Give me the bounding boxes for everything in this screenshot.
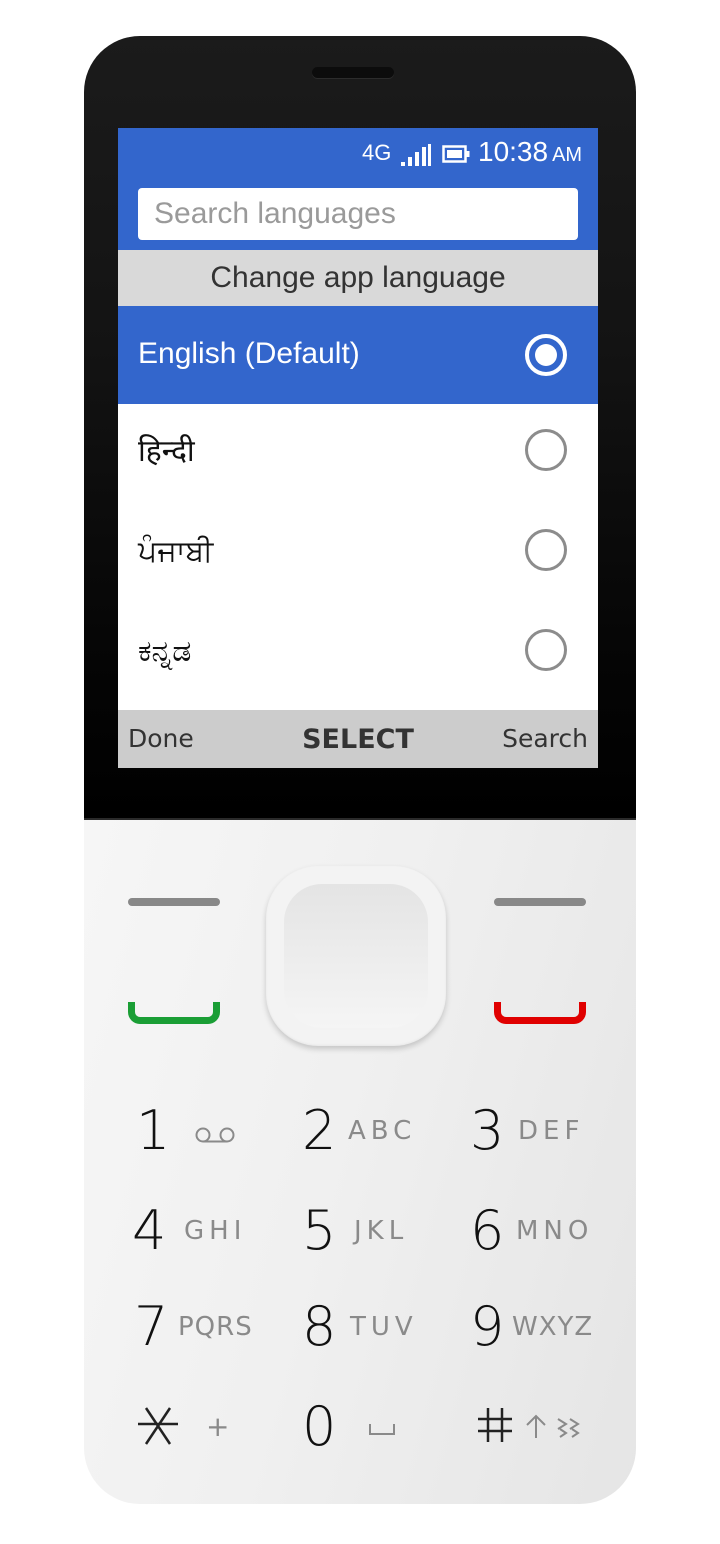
key-letters: ABC [348, 1116, 417, 1146]
space-icon [369, 1424, 395, 1435]
key-letters: GHI [184, 1216, 247, 1246]
key-letters: JKL [354, 1216, 409, 1246]
key-3[interactable]: 3 DEF [470, 1096, 630, 1166]
signal-bars-icon [401, 144, 431, 166]
language-label: हिन्दी [138, 435, 195, 468]
earpiece-speaker [312, 67, 394, 78]
status-bar: 4G 10:38 AM [118, 128, 598, 180]
key-star[interactable]: + [136, 1392, 296, 1462]
asterisk-icon [138, 1407, 178, 1445]
plus-symbol: + [206, 1410, 230, 1443]
clock-time: 10:38 [478, 136, 549, 167]
dpad-inner [284, 884, 428, 1028]
key-digit: 1 [136, 1099, 171, 1162]
softkey-right-search[interactable]: Search [502, 724, 588, 753]
radio-selected-icon[interactable] [524, 333, 568, 377]
language-item-punjabi[interactable]: ਪੰਜਾਬੀ [118, 504, 598, 604]
phone-bezel: 4G 10:38AM Chang [84, 36, 636, 818]
key-9[interactable]: 9 WXYZ [470, 1292, 630, 1362]
key-letters: TUV [350, 1312, 418, 1342]
search-bar [118, 180, 598, 250]
key-4[interactable]: 4 GHI [132, 1196, 292, 1266]
key-digit: 2 [302, 1099, 337, 1162]
radio-unselected-icon[interactable] [524, 528, 568, 572]
language-list: English (Default) हिन्दी ਪੰਜਾਬੀ ಕನ್ನಡ [118, 306, 598, 704]
key-digit: 0 [302, 1395, 337, 1458]
phone-screen: 4G 10:38AM Chang [118, 128, 598, 768]
softkey-bar: Done SELECT Search [118, 710, 598, 768]
language-item-hindi[interactable]: हिन्दी [118, 404, 598, 504]
key-digit: 4 [132, 1199, 167, 1262]
key-letters: MNO [516, 1216, 594, 1246]
key-7[interactable]: 7 PQRS [134, 1292, 294, 1362]
battery-icon [442, 145, 470, 163]
key-letters: DEF [518, 1116, 585, 1146]
key-1[interactable]: 1 [136, 1096, 296, 1166]
key-digit: 7 [134, 1295, 169, 1358]
dpad-center-button[interactable] [266, 866, 446, 1046]
key-digit: 3 [470, 1099, 505, 1162]
left-softkey-button[interactable] [128, 898, 220, 906]
language-item-kannada[interactable]: ಕನ್ನಡ [118, 604, 598, 704]
call-button[interactable] [128, 1002, 220, 1024]
key-6[interactable]: 6 MNO [470, 1196, 630, 1266]
key-letters: PQRS [178, 1312, 253, 1342]
clock-ampm: AM [552, 144, 583, 166]
key-digit: 8 [302, 1295, 337, 1358]
input-mode-icon [557, 1418, 580, 1438]
key-hash[interactable] [476, 1392, 636, 1462]
shift-up-arrow-icon [526, 1414, 546, 1438]
key-letters: WXYZ [512, 1312, 594, 1342]
language-label: ಕನ್ನಡ [138, 635, 192, 668]
hash-icon [478, 1408, 512, 1442]
network-type: 4G [362, 140, 392, 165]
language-item-english[interactable]: English (Default) [118, 306, 598, 404]
key-0[interactable]: 0 [302, 1392, 462, 1462]
key-digit: 5 [302, 1199, 337, 1262]
key-2[interactable]: 2 ABC [302, 1096, 462, 1166]
key-digit: 9 [470, 1295, 505, 1358]
feature-phone: 4G 10:38AM Chang [84, 36, 636, 1504]
search-languages-input[interactable] [138, 188, 578, 240]
language-label: English (Default) [138, 337, 360, 370]
key-digit: 6 [470, 1199, 505, 1262]
clock: 10:38 AM [478, 136, 582, 168]
key-8[interactable]: 8 TUV [302, 1292, 462, 1362]
end-call-button[interactable] [494, 1002, 586, 1024]
list-header: Change app language [118, 250, 598, 306]
language-label: ਪੰਜਾਬੀ [138, 535, 214, 568]
key-5[interactable]: 5 JKL [302, 1196, 462, 1266]
keypad: 1 2 ABC 3 DEF 4 GHI 5 JKL 6 MNO 7 PQRS 8… [84, 818, 636, 1504]
voicemail-icon [195, 1127, 235, 1143]
right-softkey-button[interactable] [494, 898, 586, 906]
radio-unselected-icon[interactable] [524, 428, 568, 472]
radio-unselected-icon[interactable] [524, 628, 568, 672]
